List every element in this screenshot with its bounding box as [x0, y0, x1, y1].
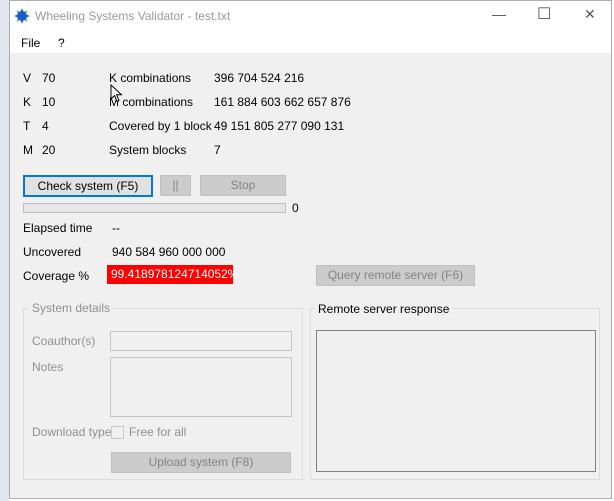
stop-button[interactable]: Stop	[200, 175, 286, 196]
coauthor-label: Coauthor(s)	[32, 334, 96, 348]
param-value-m: 20	[42, 143, 56, 157]
param-value-t: 4	[42, 119, 49, 133]
notes-label: Notes	[32, 360, 64, 374]
progress-label: 0	[292, 201, 299, 215]
window-title: Wheeling Systems Validator - test.txt	[35, 9, 231, 23]
desktop-background	[0, 0, 9, 501]
system-blocks-label: System blocks	[109, 143, 187, 157]
free-for-all-checkbox[interactable]	[111, 426, 124, 439]
download-type-label: Download type	[32, 425, 112, 439]
notes-textarea[interactable]	[110, 357, 292, 417]
close-button[interactable]: ✕	[584, 6, 596, 23]
menu-bar: File ?	[10, 31, 611, 53]
k-combinations-value: 396 704 524 216	[214, 71, 305, 85]
system-blocks-value: 7	[214, 143, 221, 157]
progress-bar	[23, 203, 286, 213]
covered-value: 49 151 805 277 090 131	[214, 119, 345, 133]
m-combinations-value: 161 884 603 662 657 876	[214, 95, 351, 109]
param-key-m: M	[23, 143, 33, 157]
param-value-v: 70	[42, 71, 56, 85]
query-remote-server-button[interactable]: Query remote server (F6)	[316, 265, 475, 286]
system-details-title: System details	[29, 301, 114, 315]
coverage-label: Coverage %	[23, 269, 90, 283]
pause-button[interactable]: ||	[160, 175, 191, 196]
menu-file[interactable]: File	[21, 36, 40, 50]
menu-help[interactable]: ?	[58, 36, 65, 50]
remote-response-textarea[interactable]	[316, 330, 596, 472]
app-logo-icon	[14, 8, 30, 24]
uncovered-label: Uncovered	[23, 245, 82, 259]
covered-label: Covered by 1 block	[109, 119, 212, 133]
maximize-button[interactable]: ☐	[537, 4, 551, 24]
minimize-button[interactable]: —	[492, 6, 506, 22]
k-combinations-label: K combinations	[109, 71, 192, 85]
title-bar[interactable]: Wheeling Systems Validator - test.txt — …	[10, 1, 611, 31]
elapsed-time-label: Elapsed time	[23, 221, 93, 235]
mouse-cursor-icon	[110, 84, 123, 103]
elapsed-time-value: --	[112, 221, 120, 235]
param-value-k: 10	[42, 95, 56, 109]
main-window: Wheeling Systems Validator - test.txt — …	[9, 0, 612, 499]
coverage-value-badge: 99.418978124714052%	[107, 265, 238, 284]
upload-system-button[interactable]: Upload system (F8)	[111, 452, 291, 473]
param-key-k: K	[23, 95, 32, 109]
param-key-v: V	[23, 71, 32, 85]
check-system-button[interactable]: Check system (F5)	[23, 175, 153, 197]
free-for-all-label: Free for all	[129, 425, 187, 439]
param-key-t: T	[23, 119, 31, 133]
coauthor-input[interactable]	[110, 331, 292, 351]
remote-response-title: Remote server response	[315, 302, 453, 316]
uncovered-value: 940 584 960 000 000	[112, 245, 226, 259]
